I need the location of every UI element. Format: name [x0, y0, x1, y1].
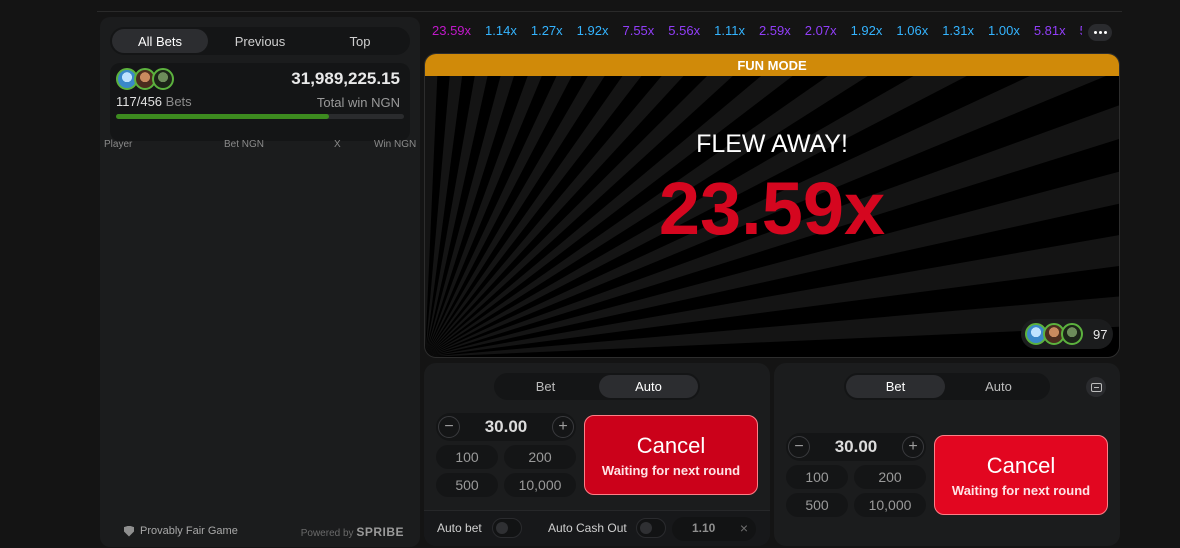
history-multiplier[interactable]: 1.92x — [851, 23, 883, 38]
close-icon[interactable]: × — [740, 520, 748, 536]
powered-by: Powered by SPRIBE — [301, 525, 404, 539]
history-multiplier[interactable]: 7.55x — [622, 23, 654, 38]
quick-amount-button[interactable]: 100 — [786, 465, 848, 489]
bets-progress-fill — [116, 114, 330, 119]
multiplier-history: 23.59x 1.14x 1.27x 1.92x 7.55x 5.56x 1.11x 2.59… — [432, 23, 1082, 43]
provably-fair-link[interactable]: Provably Fair Game — [124, 525, 238, 537]
history-multiplier[interactable]: 1.11x — [714, 23, 745, 38]
auto-settings-row: Auto bet Auto Cash Out 1.10 × — [424, 510, 770, 546]
history-multiplier[interactable]: 23.59x — [432, 23, 471, 38]
history-multiplier[interactable]: 1.31x — [942, 23, 974, 38]
history-multiplier[interactable]: 2.07x — [805, 23, 837, 38]
tab-bet[interactable]: Bet — [496, 375, 595, 398]
auto-bet-toggle[interactable] — [492, 518, 522, 538]
players-count: 97 — [1093, 326, 1108, 342]
history-multiplier[interactable]: 1.00x — [988, 23, 1020, 38]
avatar — [152, 68, 174, 90]
bet-amount-value[interactable]: 30.00 — [835, 437, 878, 457]
powered-by-label: Powered by — [300, 528, 354, 539]
decrease-button[interactable]: − — [438, 416, 460, 438]
shield-icon — [124, 525, 134, 537]
provably-fair-label: Provably Fair Game — [140, 525, 238, 537]
bets-count: 117/456 Bets — [116, 94, 192, 109]
remove-panel-button[interactable] — [1086, 377, 1106, 397]
bets-tabs: All Bets Previous Top — [110, 27, 410, 55]
flew-away-label: FLEW AWAY! — [696, 130, 848, 158]
online-players: 97 — [1021, 319, 1113, 349]
history-multiplier[interactable]: 2.59x — [759, 23, 791, 38]
top-divider — [97, 11, 1122, 12]
quick-amount-button[interactable]: 500 — [786, 493, 848, 517]
cancel-label: Cancel — [986, 452, 1056, 478]
history-multiplier[interactable]: 1.14x — [485, 23, 517, 38]
bet-amount-value[interactable]: 30.00 — [485, 417, 528, 437]
avatar-group — [116, 68, 174, 90]
bets-count-value: 117/456 — [116, 94, 163, 109]
tab-previous[interactable]: Previous — [212, 29, 308, 53]
tab-auto[interactable]: Auto — [949, 375, 1048, 398]
bets-progress-bar — [116, 114, 404, 119]
column-win: Win NGN — [374, 139, 417, 150]
increase-button[interactable]: + — [901, 436, 924, 458]
column-x: X — [334, 139, 341, 150]
quick-amount-button[interactable]: 10,000 — [854, 493, 926, 517]
more-icon — [1093, 31, 1097, 34]
auto-bet-label: Auto bet — [437, 521, 482, 535]
total-win-label: Total win NGN — [316, 95, 400, 110]
bet-mode-toggle: Bet Auto — [844, 373, 1050, 400]
column-bet: Bet NGN — [224, 139, 265, 150]
quick-amount-button[interactable]: 200 — [504, 445, 576, 469]
bet-amount-block: − 30.00 + 100 200 500 10,000 — [786, 433, 926, 533]
history-multiplier[interactable]: 5.81x — [1034, 23, 1066, 38]
history-multiplier[interactable]: 1.27x — [531, 23, 563, 38]
cancel-bet-button[interactable]: Cancel Waiting for next round — [584, 415, 758, 495]
bet-amount-stepper: − 30.00 + — [436, 413, 576, 441]
minus-icon — [1090, 382, 1102, 392]
quick-amount-button[interactable]: 200 — [854, 465, 926, 489]
game-canvas: FUN MODE FLEW AWAY! 23.59x 97 — [424, 53, 1120, 358]
bet-panel-1: Bet Auto − 30.00 + 100 200 500 10,000 Ca… — [424, 363, 770, 546]
quick-amount-button[interactable]: 500 — [436, 473, 498, 497]
bet-amount-stepper: − 30.00 + — [786, 433, 926, 461]
tab-auto[interactable]: Auto — [599, 375, 698, 398]
auto-cashout-value: 1.10 — [692, 521, 716, 535]
history-more-button[interactable] — [1088, 24, 1112, 41]
quick-amounts: 100 200 500 10,000 — [786, 465, 926, 517]
cancel-label: Cancel — [636, 432, 706, 458]
crash-multiplier: 23.59x — [658, 167, 886, 250]
decrease-button[interactable]: − — [788, 436, 810, 458]
avatar — [1061, 323, 1083, 345]
tab-top[interactable]: Top — [312, 29, 408, 53]
history-multiplier[interactable]: 1.92x — [577, 23, 609, 38]
bets-summary: 117/456 Bets 31,989,225.15 Total win NGN — [110, 63, 410, 141]
bet-panel-2: Bet Auto − 30.00 + 100 200 500 10,000 Ca… — [774, 363, 1120, 546]
tab-bet[interactable]: Bet — [846, 375, 945, 398]
total-win-value: 31,989,225.15 — [291, 69, 400, 88]
quick-amount-button[interactable]: 10,000 — [504, 473, 576, 497]
quick-amount-button[interactable]: 100 — [436, 445, 498, 469]
bet-mode-toggle: Bet Auto — [494, 373, 700, 400]
history-multiplier[interactable]: 5.2 — [1080, 23, 1082, 38]
auto-cashout-label: Auto Cash Out — [548, 521, 627, 535]
bets-count-label: Bets — [165, 94, 192, 109]
auto-cashout-toggle[interactable] — [636, 518, 666, 538]
increase-button[interactable]: + — [551, 416, 574, 438]
fun-mode-banner: FUN MODE — [425, 54, 1119, 76]
waiting-label: Waiting for next round — [601, 462, 741, 478]
history-multiplier[interactable]: 5.56x — [668, 23, 700, 38]
column-player: Player — [104, 139, 133, 150]
tab-all-bets[interactable]: All Bets — [112, 29, 208, 53]
auto-cashout-input[interactable]: 1.10 × — [672, 517, 756, 541]
quick-amounts: 100 200 500 10,000 — [436, 445, 576, 497]
history-multiplier[interactable]: 1.06x — [896, 23, 928, 38]
waiting-label: Waiting for next round — [951, 482, 1091, 498]
spribe-logo: SPRIBE — [356, 525, 404, 539]
bet-amount-block: − 30.00 + 100 200 500 10,000 — [436, 413, 576, 513]
cancel-bet-button[interactable]: Cancel Waiting for next round — [934, 435, 1108, 515]
bets-panel: All Bets Previous Top 117/456 Bets 31,98… — [100, 17, 420, 547]
